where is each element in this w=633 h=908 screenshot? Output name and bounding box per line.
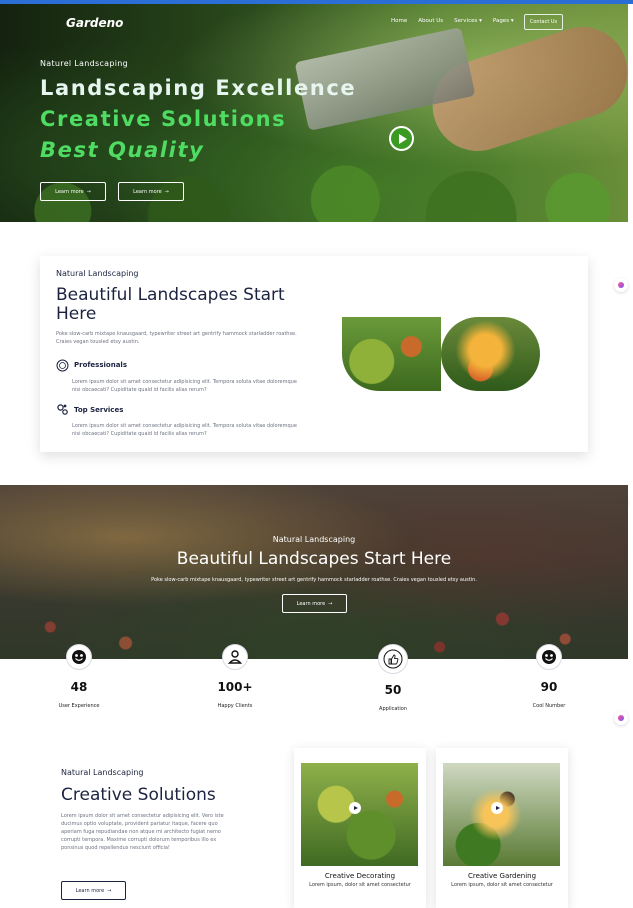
smile-face-icon bbox=[536, 644, 562, 670]
hero-learn-more-button-1[interactable]: Learn more → bbox=[40, 182, 106, 201]
feature-text-top-services: Lorem ipsum dolor sit amet consectetur a… bbox=[72, 423, 297, 437]
nav-item-pages[interactable]: Pages ▾ bbox=[493, 18, 514, 24]
video-play-button[interactable] bbox=[389, 126, 414, 151]
play-icon bbox=[398, 133, 407, 144]
about-title: Beautiful Landscapes Start Here bbox=[56, 285, 285, 324]
service-card-decorating[interactable]: Creative Decorating Lorem ipsum, dolor s… bbox=[294, 748, 426, 908]
banner-subtitle: Natural Landscaping bbox=[272, 535, 356, 544]
thumbs-up-icon bbox=[378, 644, 408, 674]
hero-headline-line-2: Creative Solutions bbox=[40, 107, 287, 131]
stat-label-cool-number: Cool Number bbox=[532, 703, 566, 709]
about-card: Natural Landscaping Beautiful Landscapes… bbox=[40, 256, 588, 452]
play-triangle bbox=[353, 806, 358, 810]
banner-title: Beautiful Landscapes Start Here bbox=[176, 549, 452, 569]
hero-headline-line-3: Best Quality bbox=[40, 138, 205, 162]
arrow-right-icon: → bbox=[328, 600, 333, 607]
site-logo[interactable]: Gardeno bbox=[66, 16, 123, 30]
service-card-text: Lorem ipsum, dolor sit amet consectetur bbox=[451, 882, 553, 888]
chevron-down-icon: ▾ bbox=[479, 18, 482, 24]
hero-subtitle: Naturel Landscaping bbox=[40, 59, 129, 68]
stat-label-application: Application bbox=[379, 706, 407, 712]
stat-value-happy-clients: 100+ bbox=[217, 680, 253, 694]
gardener-trimming-image bbox=[441, 317, 540, 391]
creative-learn-more-label: Learn more bbox=[75, 887, 105, 894]
nav-item-services[interactable]: Services ▾ bbox=[454, 18, 482, 24]
banner-learn-more-button[interactable]: Learn more → bbox=[282, 594, 347, 613]
hero-learn-more-button-2[interactable]: Learn more → bbox=[118, 182, 184, 201]
banner-description: Poke slow-carb mixtape knausgaard, typew… bbox=[151, 577, 477, 583]
stat-value-application: 50 bbox=[384, 683, 402, 697]
stat-value-cool-number: 90 bbox=[540, 680, 558, 694]
hero-learn-more-label: Learn more bbox=[133, 188, 162, 195]
widget-dot bbox=[618, 282, 624, 288]
service-card-gardening[interactable]: Creative Gardening Lorem ipsum, dolor si… bbox=[436, 748, 568, 908]
service-card-text: Lorem ipsum, dolor sit amet consectetur bbox=[309, 882, 411, 888]
play-icon[interactable] bbox=[491, 802, 503, 814]
service-card-title: Creative Gardening bbox=[467, 872, 537, 880]
arrow-right-icon: → bbox=[86, 188, 91, 195]
floating-widget-icon[interactable] bbox=[614, 278, 628, 292]
main-navbar: Gardeno Home About Us Services ▾ Pages ▾… bbox=[0, 0, 628, 42]
service-image-decorating bbox=[301, 763, 418, 866]
play-triangle bbox=[495, 806, 500, 810]
creative-subtitle: Natural Landscaping bbox=[61, 768, 144, 777]
play-icon[interactable] bbox=[349, 802, 361, 814]
gardener-image bbox=[342, 317, 441, 391]
chevron-down-icon: ▾ bbox=[510, 18, 514, 24]
hero-learn-more-label: Learn more bbox=[55, 188, 84, 195]
banner-overlay bbox=[0, 485, 628, 659]
nav-item-about[interactable]: About Us bbox=[418, 18, 443, 24]
about-images bbox=[342, 317, 540, 391]
feature-text-professionals: Lorem ipsum dolor sit amet consectetur a… bbox=[72, 379, 297, 393]
widget-dot bbox=[618, 715, 624, 721]
gears-icon bbox=[56, 403, 69, 416]
stat-label-happy-clients: Happy Clients bbox=[217, 703, 253, 709]
banner-learn-more-label: Learn more bbox=[296, 600, 326, 607]
creative-title: Creative Solutions bbox=[61, 785, 216, 805]
about-description: Poke slow-carb mixtape knausgaard, typew… bbox=[56, 331, 297, 345]
nav-item-pages-label: Pages bbox=[492, 18, 510, 24]
nav-item-home[interactable]: Home bbox=[391, 18, 407, 24]
users-icon bbox=[222, 644, 248, 670]
service-image-gardening bbox=[443, 763, 560, 866]
banner-section bbox=[0, 485, 628, 659]
floating-widget-icon[interactable] bbox=[614, 711, 628, 725]
creative-description: Lorem ipsum dolor sit amet consectetur a… bbox=[61, 813, 224, 851]
service-card-title: Creative Decorating bbox=[324, 872, 396, 880]
stat-value-user-experience: 48 bbox=[70, 680, 88, 694]
feature-title-top-services: Top Services bbox=[74, 406, 124, 414]
nav-item-services-label: Services bbox=[454, 18, 478, 24]
about-subtitle: Natural Landscaping bbox=[56, 269, 139, 278]
feature-title-professionals: Professionals bbox=[74, 361, 127, 369]
arrow-right-icon: → bbox=[164, 188, 169, 195]
smile-face-icon bbox=[66, 644, 92, 670]
badge-icon bbox=[56, 359, 69, 372]
contact-us-button[interactable]: Contact Us bbox=[524, 14, 563, 30]
arrow-right-icon: → bbox=[107, 887, 112, 894]
stat-label-user-experience: User Experience bbox=[58, 703, 100, 709]
creative-learn-more-button[interactable]: Learn more → bbox=[61, 881, 126, 900]
hero-headline-line-1: Landscaping Excellence bbox=[40, 76, 357, 100]
nav-menu: Home About Us Services ▾ Pages ▾ bbox=[391, 18, 514, 24]
